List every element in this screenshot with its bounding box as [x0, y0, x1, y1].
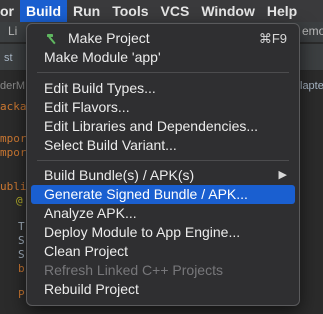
menubar-item-run[interactable]: Run — [67, 0, 106, 22]
code-line: b — [18, 262, 25, 275]
code-line: acka — [0, 100, 27, 113]
generate-signed-item[interactable]: Generate Signed Bundle / APK... — [31, 185, 295, 204]
edit-build-types-item[interactable]: Edit Build Types... — [31, 79, 295, 98]
make-module-label: Make Module 'app' — [44, 49, 161, 65]
menubar-item-vcs[interactable]: VCS — [155, 0, 196, 22]
edit-build-types-label: Edit Build Types... — [44, 80, 156, 96]
menubar-item-window[interactable]: Window — [195, 0, 261, 22]
menubar: or Build Run Tools VCS Window Help — [0, 0, 323, 22]
select-build-variant-item[interactable]: Select Build Variant... — [31, 136, 295, 155]
edit-libraries-item[interactable]: Edit Libraries and Dependencies... — [31, 117, 295, 136]
code-line: S — [18, 234, 25, 247]
hammer-icon — [47, 34, 56, 45]
menubar-item-build[interactable]: Build — [20, 0, 67, 22]
analyze-apk-label: Analyze APK... — [44, 205, 137, 221]
menubar-item-tools[interactable]: Tools — [106, 0, 154, 22]
make-project-item[interactable]: Make Project ⌘F9 — [31, 29, 295, 48]
rebuild-project-item[interactable]: Rebuild Project — [31, 280, 295, 299]
ide-tab-right[interactable]: emo — [302, 24, 323, 38]
menubar-item-help[interactable]: Help — [261, 0, 303, 22]
code-line: mpor — [0, 146, 27, 159]
analyze-apk-item[interactable]: Analyze APK... — [31, 204, 295, 223]
code-line: T — [18, 220, 25, 233]
code-line: S — [18, 248, 25, 261]
select-build-variant-label: Select Build Variant... — [44, 137, 177, 153]
make-project-label: Make Project — [68, 30, 150, 46]
edit-flavors-item[interactable]: Edit Flavors... — [31, 98, 295, 117]
build-menu: Make Project ⌘F9 Make Module 'app' Edit … — [26, 23, 300, 306]
menu-separator — [37, 160, 289, 161]
ide-breadcrumb-right: lapte — [300, 80, 323, 92]
edit-flavors-label: Edit Flavors... — [44, 99, 130, 115]
chevron-right-icon: ▶ — [278, 169, 287, 181]
refresh-linked-label: Refresh Linked C++ Projects — [44, 262, 223, 278]
ide-tab-left[interactable]: Li — [8, 24, 17, 38]
menubar-item-partial[interactable]: or — [0, 0, 20, 22]
clean-project-label: Clean Project — [44, 243, 129, 259]
code-line: mpor — [0, 132, 27, 145]
code-line: @ — [16, 194, 23, 207]
build-bundles-label: Build Bundle(s) / APK(s) — [44, 167, 195, 183]
generate-signed-label: Generate Signed Bundle / APK... — [44, 186, 248, 202]
make-project-shortcut: ⌘F9 — [258, 31, 287, 46]
build-bundles-item[interactable]: Build Bundle(s) / APK(s) ▶ — [31, 166, 295, 185]
refresh-linked-item: Refresh Linked C++ Projects — [31, 261, 295, 280]
menu-separator — [37, 72, 289, 73]
clean-project-item[interactable]: Clean Project — [31, 242, 295, 261]
rebuild-project-label: Rebuild Project — [44, 281, 139, 297]
code-line: ubli — [0, 180, 27, 193]
deploy-module-label: Deploy Module to App Engine... — [44, 224, 241, 240]
ide-breadcrumb-left: st — [4, 52, 13, 64]
make-module-item[interactable]: Make Module 'app' — [31, 48, 295, 67]
deploy-module-item[interactable]: Deploy Module to App Engine... — [31, 223, 295, 242]
code-line: P — [18, 288, 25, 301]
edit-libraries-label: Edit Libraries and Dependencies... — [44, 118, 259, 134]
ide-file-label: derM — [0, 80, 26, 92]
